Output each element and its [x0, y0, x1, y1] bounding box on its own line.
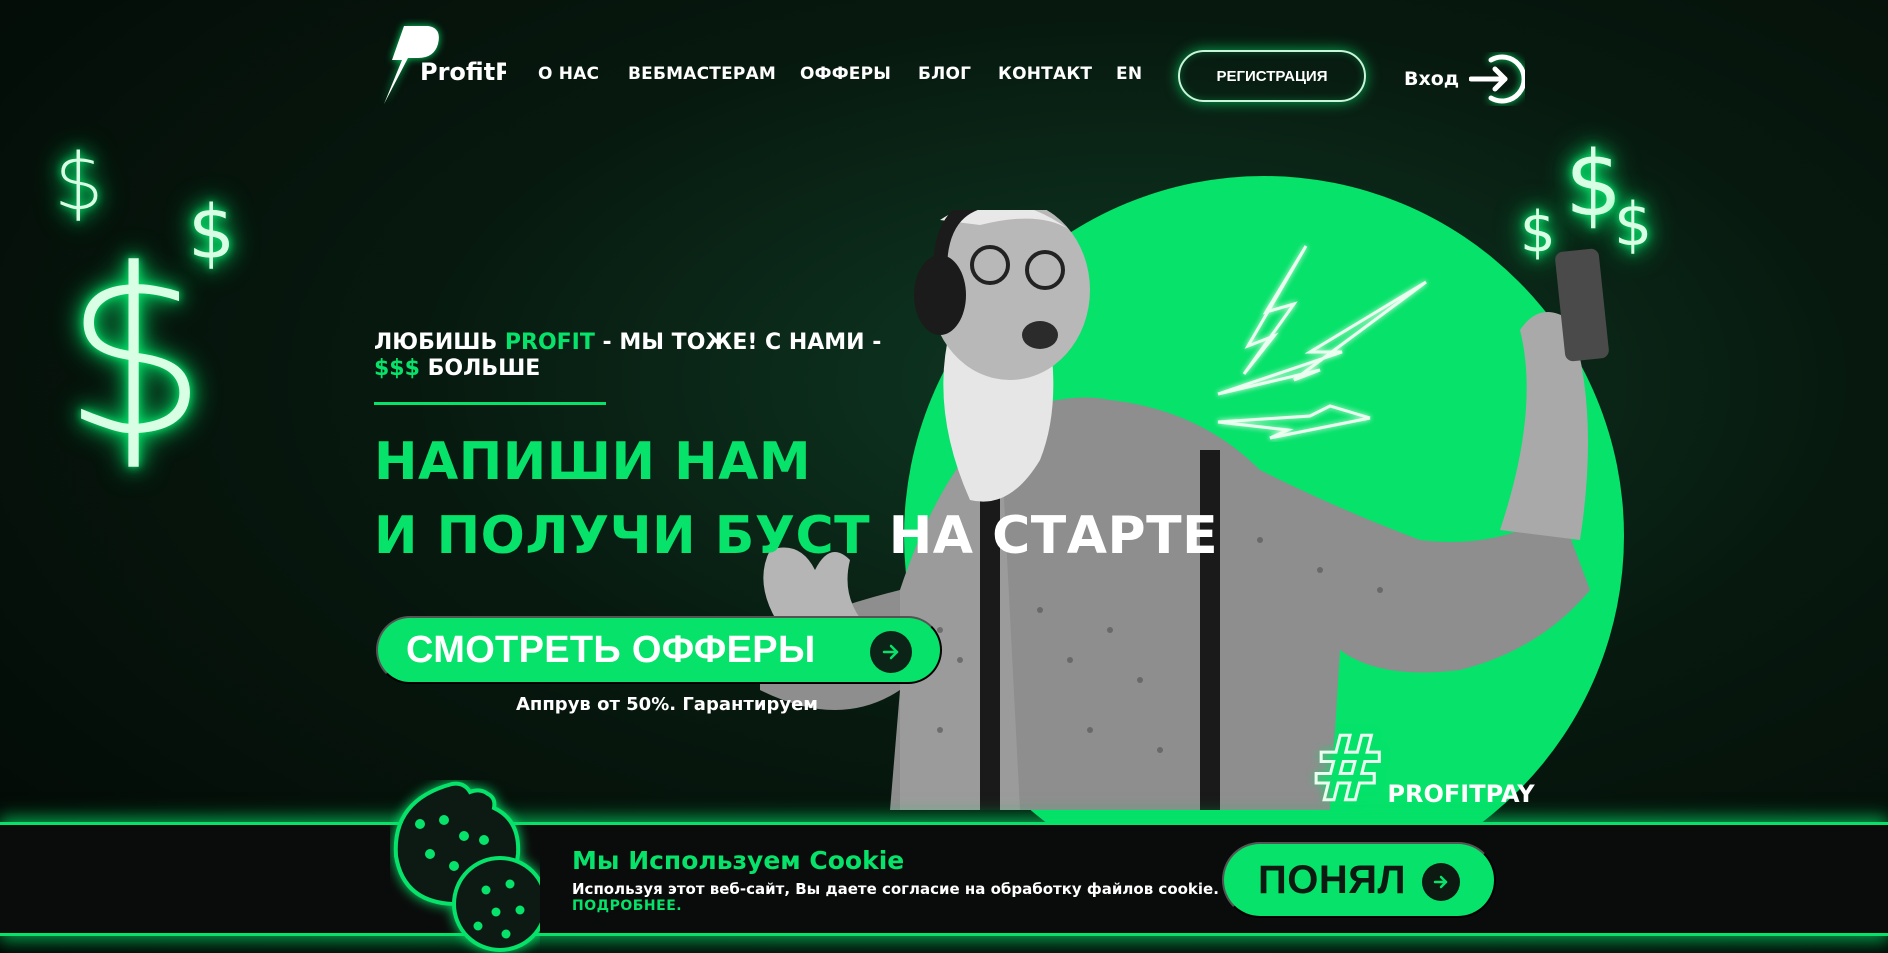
lightning-icon [1217, 245, 1427, 440]
nav-item-offers[interactable]: ОФФЕРЫ [800, 64, 891, 84]
hero-headline-line2: И ПОЛУЧИ БУСТ НА СТАРТЕ [374, 506, 1219, 566]
accept-cookie-button[interactable]: ПОНЯЛ [1222, 842, 1496, 918]
neon-dollar-large-icon: $ [62, 221, 209, 488]
register-button[interactable]: РЕГИСТРАЦИЯ [1178, 50, 1366, 102]
neon-dollar-icon: $ [54, 138, 104, 228]
view-offers-label: СМОТРЕТЬ ОФФЕРЫ [406, 628, 816, 671]
tagline-divider [374, 402, 606, 405]
hashtag-label: PROFITPAY [1387, 780, 1535, 808]
profitpay-logo[interactable]: ProfitPay [374, 18, 544, 106]
arrow-right-icon [870, 631, 912, 673]
site-header: ProfitPay О НАС ВЕБМАСТЕРАМ ОФФЕРЫ БЛОГ … [0, 0, 1888, 150]
cookie-title: Мы Используем Cookie [572, 846, 905, 875]
profitpay-hashtag: # PROFITPAY [1308, 717, 1535, 822]
nav-item-about[interactable]: О НАС [538, 64, 599, 84]
cookie-text: Используя этот веб-сайт, Вы даете соглас… [572, 880, 1219, 898]
nav-item-contact[interactable]: КОНТАКТ [998, 64, 1092, 84]
nav-item-webmasters[interactable]: ВЕБМАСТЕРАМ [628, 64, 776, 84]
accept-cookie-label: ПОНЯЛ [1258, 857, 1407, 902]
hero-tagline: ЛЮБИШЬ PROFIT - МЫ ТОЖЕ! С НАМИ - $$$ БО… [374, 330, 882, 381]
cookie-more-link[interactable]: ПОДРОБНЕЕ. [572, 898, 682, 914]
arrow-right-icon [1422, 863, 1460, 901]
cookie-icon [393, 781, 540, 952]
login-label: Вход [1404, 68, 1460, 90]
nav-item-language[interactable]: EN [1116, 64, 1142, 84]
hashtag-icon: # [1308, 717, 1386, 822]
login-arrow-icon [1469, 54, 1526, 104]
hero-headline-line1: НАПИШИ НАМ [374, 432, 812, 492]
login-button[interactable]: Вход [1404, 52, 1526, 106]
cookie-banner [0, 822, 1888, 936]
svg-text:ProfitPay: ProfitPay [420, 58, 506, 86]
view-offers-button[interactable]: СМОТРЕТЬ ОФФЕРЫ [376, 616, 942, 684]
nav-item-blog[interactable]: БЛОГ [918, 64, 971, 84]
approval-note: Аппрув от 50%. Гарантируем [516, 694, 819, 715]
profitpay-logo-icon: ProfitPay [384, 26, 544, 104]
